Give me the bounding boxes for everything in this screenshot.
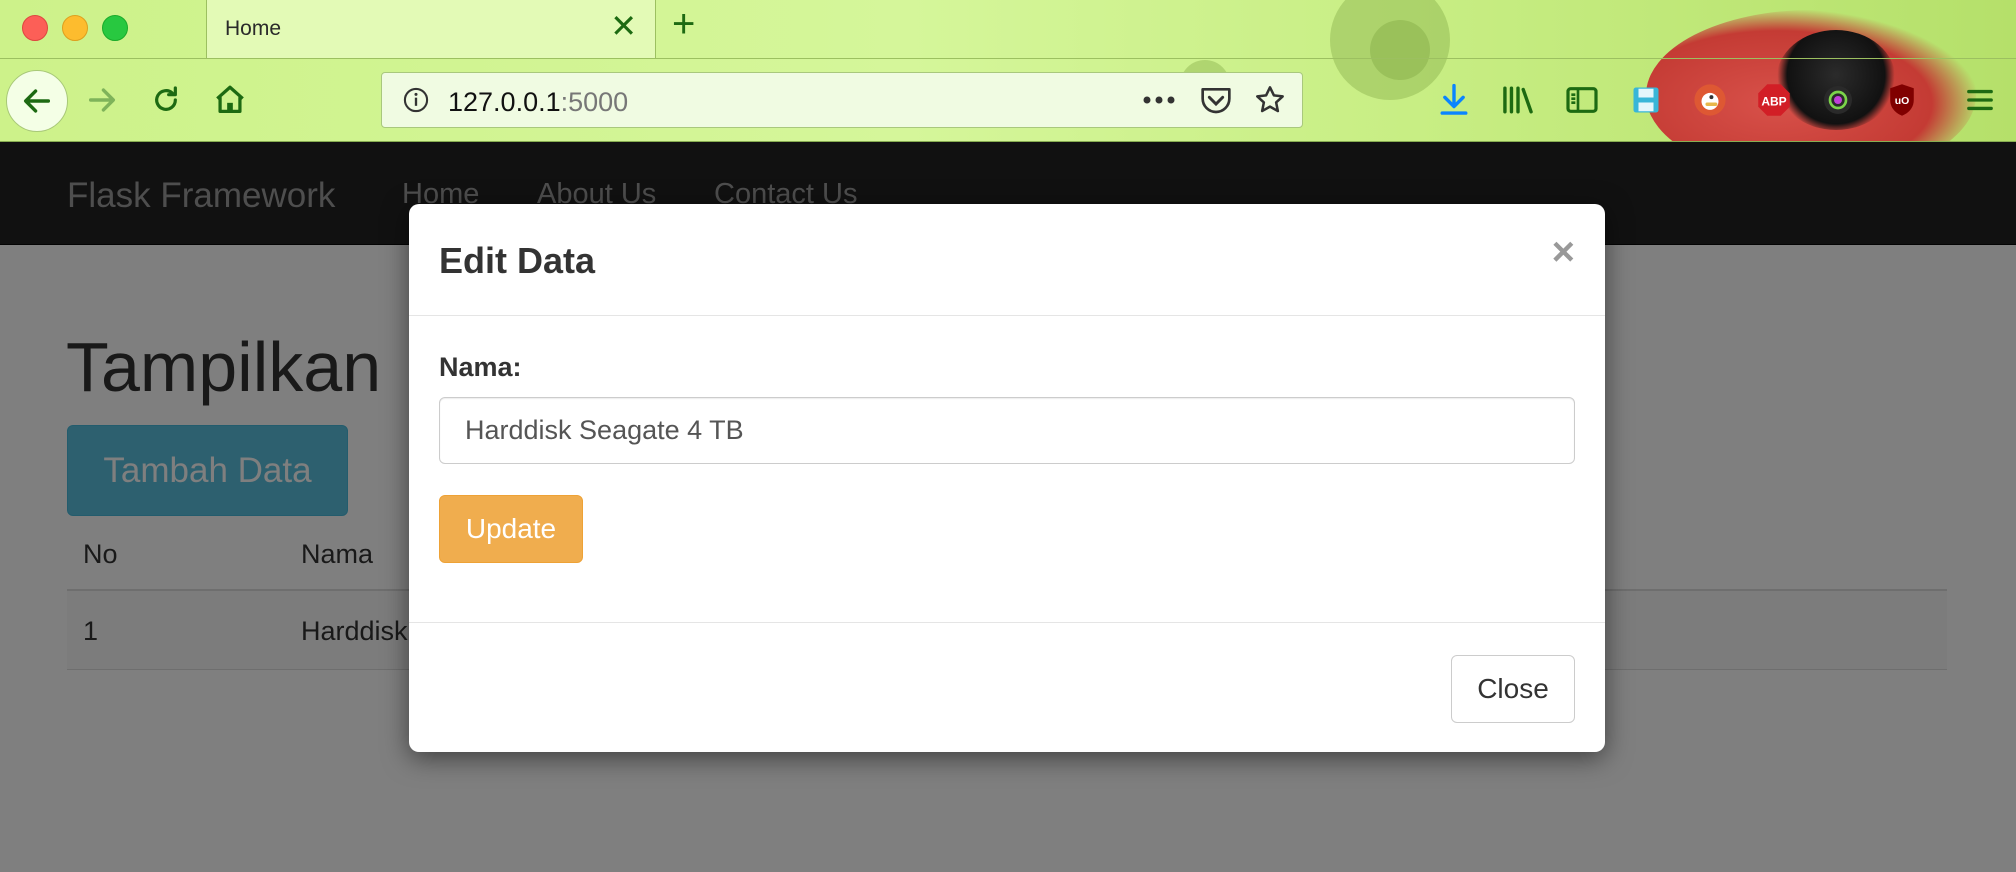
tabstrip-divider	[0, 58, 2016, 59]
home-button[interactable]	[202, 72, 258, 128]
library-icon[interactable]	[1498, 80, 1538, 120]
window-close-button[interactable]	[22, 15, 48, 41]
update-button[interactable]: Update	[439, 495, 583, 563]
edit-data-modal: Edit Data × Nama: Update Close	[409, 204, 1605, 752]
adblock-plus-icon[interactable]: ABP	[1754, 80, 1794, 120]
sidebar-icon[interactable]	[1562, 80, 1602, 120]
tab-title: Home	[225, 17, 282, 40]
window-zoom-button[interactable]	[102, 15, 128, 41]
browser-chrome: Home ✕ + 127.0.0.1:5000 ABP uO	[0, 0, 2016, 142]
theme-decoration	[1370, 20, 1430, 80]
save-icon[interactable]	[1626, 80, 1666, 120]
close-button[interactable]: Close	[1451, 655, 1575, 723]
back-button[interactable]	[6, 70, 68, 132]
reload-icon	[155, 86, 177, 111]
menu-icon[interactable]	[1960, 80, 2000, 120]
url-text: 127.0.0.1:5000	[448, 87, 628, 118]
bookmark-star-icon[interactable]	[1254, 73, 1286, 127]
svg-text:uO: uO	[1895, 96, 1910, 107]
close-icon[interactable]: ×	[1552, 232, 1575, 272]
forward-icon	[88, 88, 116, 112]
back-icon	[23, 89, 51, 113]
forward-button[interactable]	[74, 72, 130, 128]
home-icon	[216, 85, 244, 113]
more-icon[interactable]	[1142, 73, 1176, 127]
url-port: :5000	[560, 87, 629, 117]
nama-input[interactable]	[439, 397, 1575, 464]
url-bar[interactable]: 127.0.0.1:5000	[381, 72, 1303, 128]
nama-label: Nama:	[439, 352, 522, 382]
tab-close-icon[interactable]: ✕	[610, 10, 637, 42]
window-minimize-button[interactable]	[62, 15, 88, 41]
svg-text:ABP: ABP	[1761, 94, 1786, 108]
url-host: 127.0.0.1	[448, 87, 561, 117]
browser-tab-active[interactable]: Home ✕	[206, 0, 656, 58]
extension-icon[interactable]	[1818, 80, 1858, 120]
modal-title: Edit Data	[439, 240, 596, 281]
ublock-icon[interactable]: uO	[1882, 80, 1922, 120]
modal-footer: Close	[409, 622, 1605, 753]
download-icon[interactable]	[1434, 80, 1474, 120]
duckduckgo-icon[interactable]	[1690, 80, 1730, 120]
pocket-icon[interactable]	[1200, 73, 1232, 127]
new-tab-icon[interactable]: +	[672, 4, 695, 44]
reload-button[interactable]	[138, 72, 194, 128]
modal-header: Edit Data ×	[409, 204, 1605, 316]
info-icon[interactable]	[402, 73, 430, 127]
